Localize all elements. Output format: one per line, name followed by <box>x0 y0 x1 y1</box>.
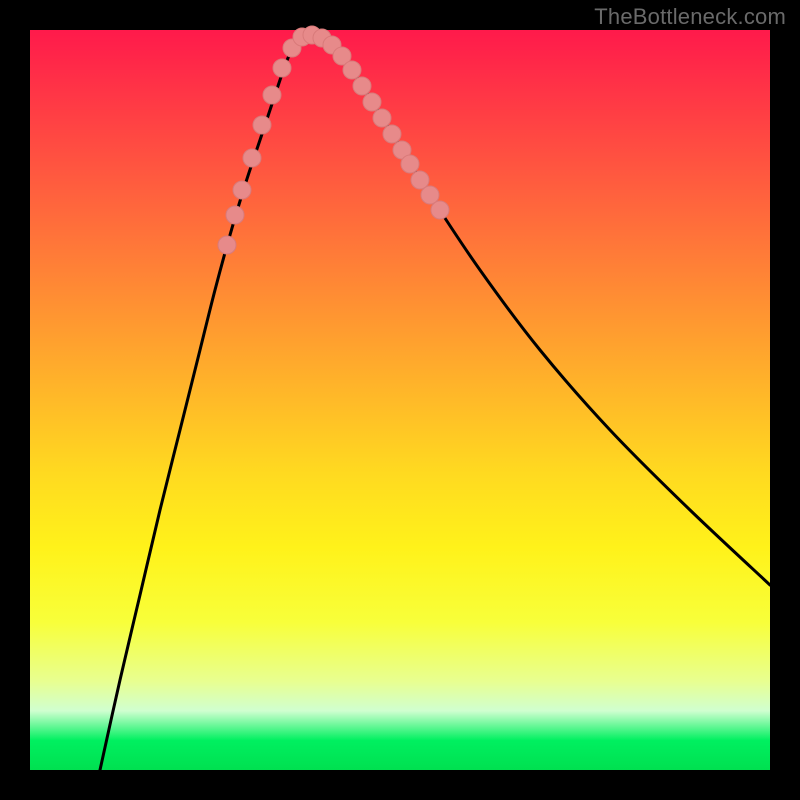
highlight-dot <box>373 109 391 127</box>
highlight-dot <box>353 77 371 95</box>
highlight-dot <box>273 59 291 77</box>
highlight-dot <box>233 181 251 199</box>
highlight-markers <box>218 26 449 254</box>
highlight-dot <box>383 125 401 143</box>
bottleneck-curve <box>100 35 770 770</box>
highlight-dot <box>263 86 281 104</box>
plot-area <box>30 30 770 770</box>
highlight-dot <box>401 155 419 173</box>
highlight-dot <box>218 236 236 254</box>
highlight-dot <box>226 206 244 224</box>
curve-svg <box>30 30 770 770</box>
highlight-dot <box>431 201 449 219</box>
highlight-dot <box>243 149 261 167</box>
highlight-dot <box>343 61 361 79</box>
highlight-dot <box>253 116 271 134</box>
watermark-text: TheBottleneck.com <box>594 4 786 30</box>
chart-frame: TheBottleneck.com <box>0 0 800 800</box>
highlight-dot <box>363 93 381 111</box>
